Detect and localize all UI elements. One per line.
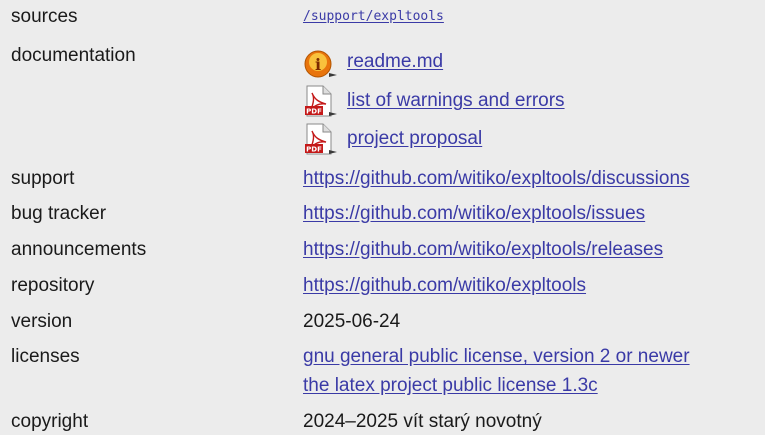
announcements-link[interactable]: https://github.com/witiko/expltools/rele… (303, 239, 663, 261)
doc-item-readme[interactable]: i readme.md (303, 45, 443, 79)
package-info-table: sources /support/expltools documentation… (0, 0, 765, 435)
copyright-value: 2024–2025 vít starý novotný (303, 411, 542, 432)
doc-item-warnings[interactable]: PDF list of warnings and errors (303, 84, 565, 118)
svg-text:PDF: PDF (306, 146, 322, 154)
version-label: version (11, 311, 73, 332)
bug-tracker-label: bug tracker (11, 203, 107, 224)
repository-link[interactable]: https://github.com/witiko/expltools (303, 275, 586, 297)
copyright-label: copyright (11, 411, 89, 432)
warnings-errors-link[interactable]: list of warnings and errors (347, 90, 565, 112)
pdf-icon: PDF (303, 122, 337, 156)
license-lppl-link[interactable]: the latex project public license 1.3c (303, 375, 598, 397)
pdf-icon: PDF (303, 84, 337, 118)
bug-tracker-link[interactable]: https://github.com/witiko/expltools/issu… (303, 203, 645, 225)
documentation-label: documentation (11, 45, 136, 66)
repository-label: repository (11, 275, 95, 296)
svg-text:PDF: PDF (306, 108, 322, 116)
version-value: 2025-06-24 (303, 311, 401, 332)
info-icon: i (303, 45, 337, 79)
sources-link[interactable]: /support/expltools (303, 9, 444, 24)
support-label: support (11, 168, 75, 189)
project-proposal-link[interactable]: project proposal (347, 128, 482, 150)
readme-link[interactable]: readme.md (347, 51, 443, 73)
sources-label: sources (11, 6, 78, 27)
doc-item-proposal[interactable]: PDF project proposal (303, 122, 482, 156)
svg-text:i: i (315, 55, 321, 74)
announcements-label: announcements (11, 239, 147, 260)
license-gpl-link[interactable]: gnu general public license, version 2 or… (303, 346, 690, 368)
support-link[interactable]: https://github.com/witiko/expltools/disc… (303, 168, 690, 190)
licenses-label: licenses (11, 346, 80, 367)
